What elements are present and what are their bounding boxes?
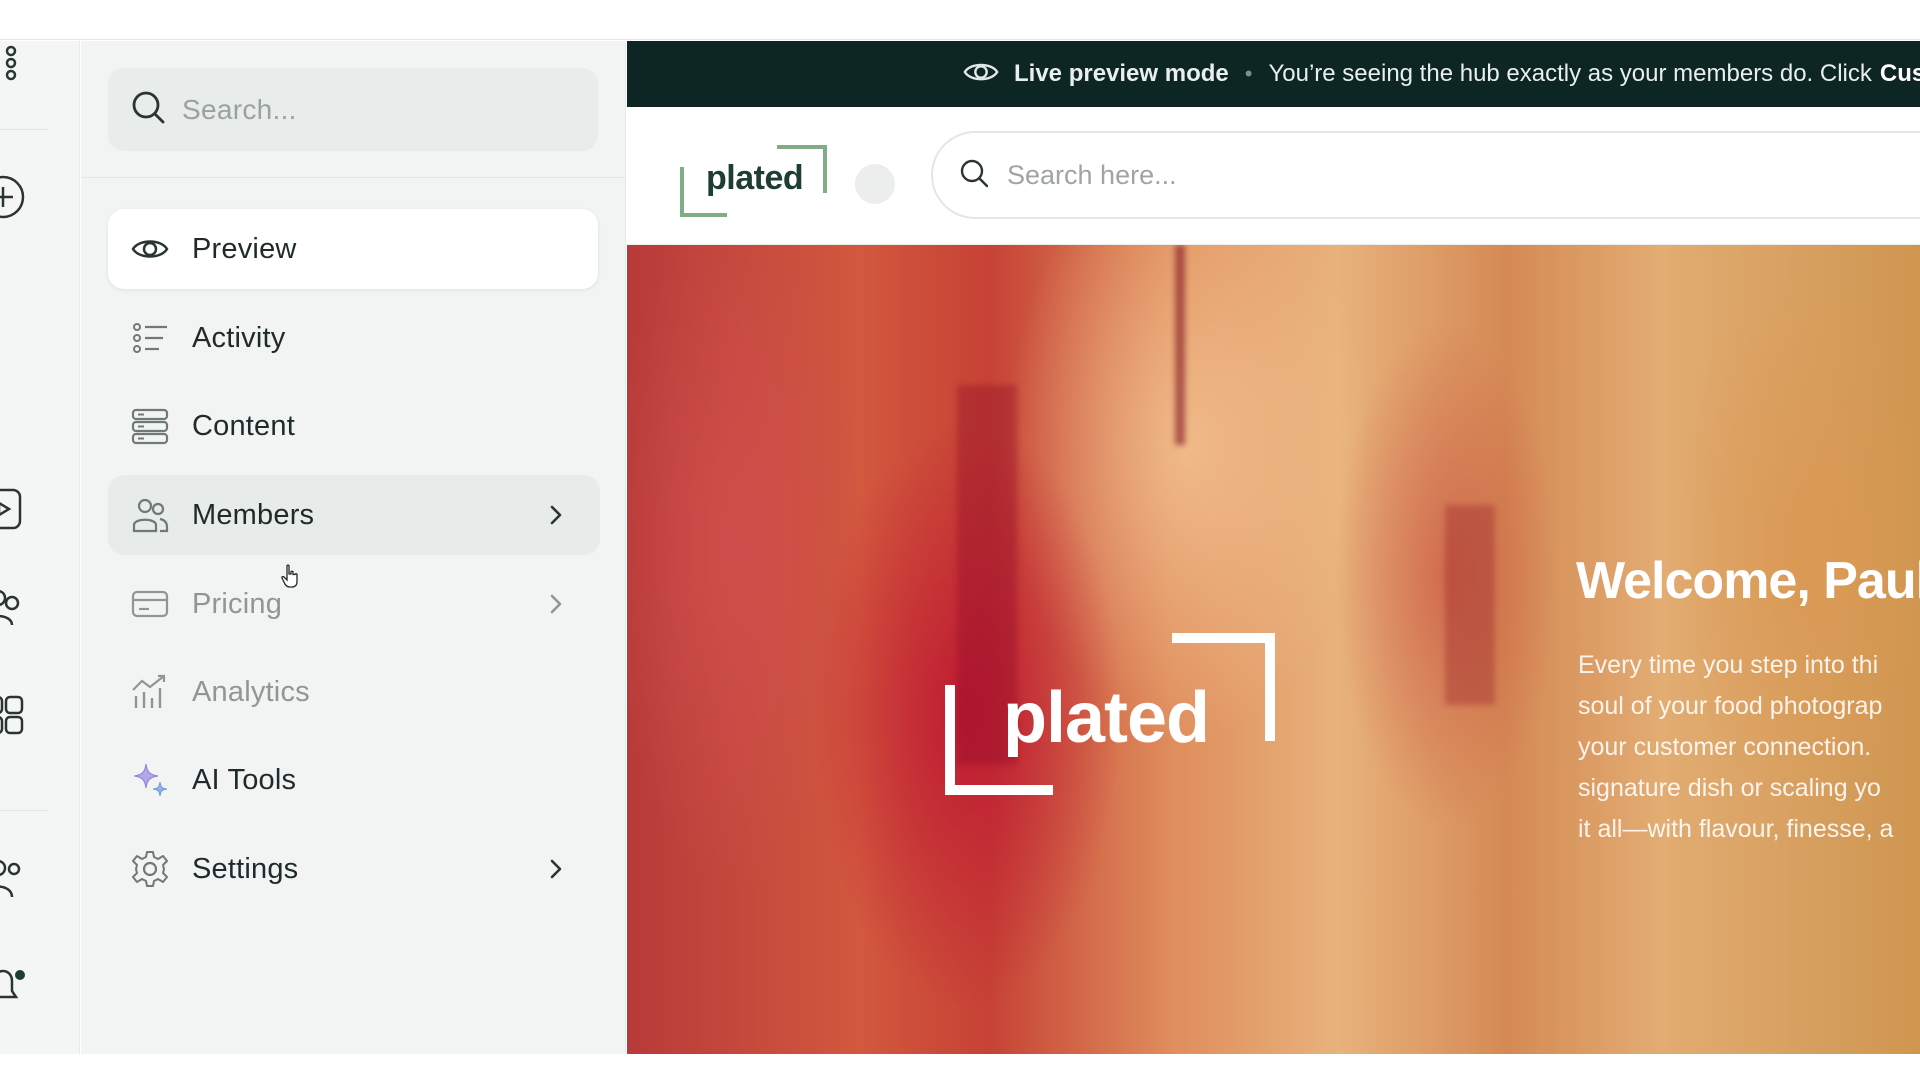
chevron-right-icon — [550, 859, 562, 879]
sidebar-item-settings[interactable]: Settings — [108, 829, 600, 909]
sidebar-item-label: Preview — [192, 232, 297, 265]
theme-toggle[interactable] — [855, 164, 895, 204]
members-icon — [128, 493, 172, 537]
bottom-bar — [0, 1054, 1920, 1080]
grid-dots-icon[interactable] — [0, 41, 28, 91]
preview-mode-label: Live preview mode — [1014, 60, 1229, 87]
welcome-body-line: signature dish or scaling yo — [1578, 774, 1881, 802]
live-preview-banner: Live preview mode • You’re seeing the hu… — [627, 41, 1920, 107]
hub-logo[interactable]: plated — [679, 143, 829, 219]
sidebar-divider — [81, 177, 626, 178]
sidebar-item-activity[interactable]: Activity — [108, 298, 600, 378]
sidebar-item-content[interactable]: Content — [108, 386, 600, 466]
sparkle-icon — [128, 758, 172, 802]
hero-banner: plated Welcome, Paul Every time you step… — [627, 245, 1920, 1054]
rail-divider — [0, 810, 48, 811]
search-icon — [959, 158, 989, 193]
sidebar-item-label: AI Tools — [192, 763, 297, 796]
credit-card-icon — [128, 582, 172, 626]
sidebar-search-input[interactable]: Search... — [108, 68, 598, 151]
notification-bell-icon[interactable] — [0, 961, 28, 1011]
banner-message: You’re seeing the hub exactly as your me… — [1268, 60, 1872, 87]
sidebar-item-label: Analytics — [192, 675, 310, 708]
hand-pointer-cursor-icon — [281, 564, 298, 588]
sidebar-item-label: Pricing — [192, 587, 283, 620]
welcome-body-line: your customer connection. — [1578, 733, 1872, 761]
apps-grid-icon[interactable] — [0, 691, 28, 741]
app-window: Search... Preview Activity Content Membe… — [0, 0, 1920, 1080]
sidebar-item-label: Activity — [192, 321, 286, 354]
hub-search-input[interactable]: Search here... — [931, 131, 1920, 219]
sidebar-item-label: Content — [192, 409, 295, 442]
sidebar-item-pricing[interactable]: Pricing — [108, 564, 600, 644]
hero-streak — [1175, 245, 1185, 445]
rail-divider — [0, 129, 48, 130]
icon-rail — [0, 41, 80, 1054]
hub-preview: Live preview mode • You’re seeing the hu… — [627, 41, 1920, 1054]
sidebar-item-analytics[interactable]: Analytics — [108, 652, 600, 732]
sidebar: Search... Preview Activity Content Membe… — [81, 41, 626, 1054]
sidebar-item-ai-tools[interactable]: AI Tools — [108, 740, 600, 820]
banner-separator: • — [1244, 61, 1253, 86]
sidebar-item-label: Settings — [192, 852, 299, 885]
sidebar-item-members[interactable]: Members — [108, 475, 600, 555]
top-bar — [0, 0, 1920, 40]
chevron-right-icon — [550, 594, 562, 614]
eye-icon — [128, 227, 172, 271]
analytics-chart-icon — [128, 670, 172, 714]
add-circle-icon[interactable] — [0, 172, 28, 222]
sidebar-item-label: Members — [192, 498, 315, 531]
welcome-body-line: Every time you step into thi — [1578, 651, 1879, 679]
welcome-body: Every time you step into thi soul of you… — [1578, 645, 1920, 850]
hero-streak — [1445, 505, 1495, 705]
activity-list-icon — [128, 316, 172, 360]
content-stack-icon — [128, 404, 172, 448]
sidebar-search-placeholder: Search... — [182, 93, 297, 125]
welcome-heading: Welcome, Paul — [1576, 552, 1920, 610]
welcome-body-line: soul of your food photograp — [1578, 692, 1883, 720]
hub-search-placeholder: Search here... — [1007, 159, 1177, 190]
hero-logo-text: plated — [1003, 678, 1210, 758]
hub-header: plated Search here... — [627, 107, 1920, 245]
people-icon[interactable] — [0, 583, 28, 633]
banner-cta-link[interactable]: Cust — [1880, 60, 1920, 88]
chevron-right-icon — [550, 505, 562, 525]
hub-logo-text: plated — [706, 159, 804, 197]
team-icon[interactable] — [0, 853, 28, 903]
eye-icon — [962, 53, 1000, 96]
sidebar-item-preview[interactable]: Preview — [108, 209, 598, 289]
search-icon — [130, 89, 166, 130]
hero-logo: plated — [945, 633, 1275, 797]
video-icon[interactable] — [0, 482, 28, 532]
welcome-body-line: it all—with flavour, finesse, a — [1578, 815, 1894, 843]
gear-icon — [128, 847, 172, 891]
